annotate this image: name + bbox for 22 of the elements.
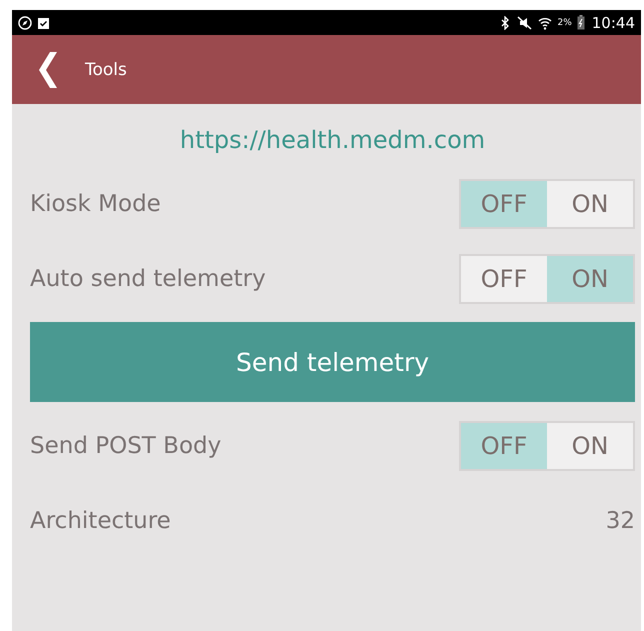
toggle-option[interactable]: OFF bbox=[461, 180, 547, 226]
screen-title: Tools bbox=[85, 60, 127, 80]
battery-icon bbox=[576, 15, 585, 30]
toggle-option[interactable]: ON bbox=[547, 422, 633, 468]
toggle-option[interactable]: ON bbox=[547, 256, 633, 302]
setting-label: Auto send telemetry bbox=[30, 266, 266, 292]
send-telemetry-button[interactable]: Send telemetry bbox=[30, 322, 635, 402]
wifi-icon bbox=[538, 16, 552, 30]
back-icon[interactable] bbox=[39, 52, 57, 88]
setting-value: 32 bbox=[606, 508, 635, 534]
setting-label: Kiosk Mode bbox=[30, 190, 161, 216]
setting-label: Send POST Body bbox=[30, 432, 222, 458]
toggle-option[interactable]: OFF bbox=[461, 256, 547, 302]
bluetooth-icon bbox=[501, 16, 510, 30]
battery-percent: 2% bbox=[557, 18, 572, 28]
url-text: https://health.medm.com bbox=[178, 126, 486, 156]
clock: 10:44 bbox=[592, 14, 635, 32]
toggle-option[interactable]: ON bbox=[547, 180, 633, 226]
setting-label: Architecture bbox=[30, 508, 171, 534]
compass-icon bbox=[18, 16, 32, 30]
mute-icon bbox=[515, 16, 534, 30]
toggle-option[interactable]: OFF bbox=[461, 422, 547, 468]
